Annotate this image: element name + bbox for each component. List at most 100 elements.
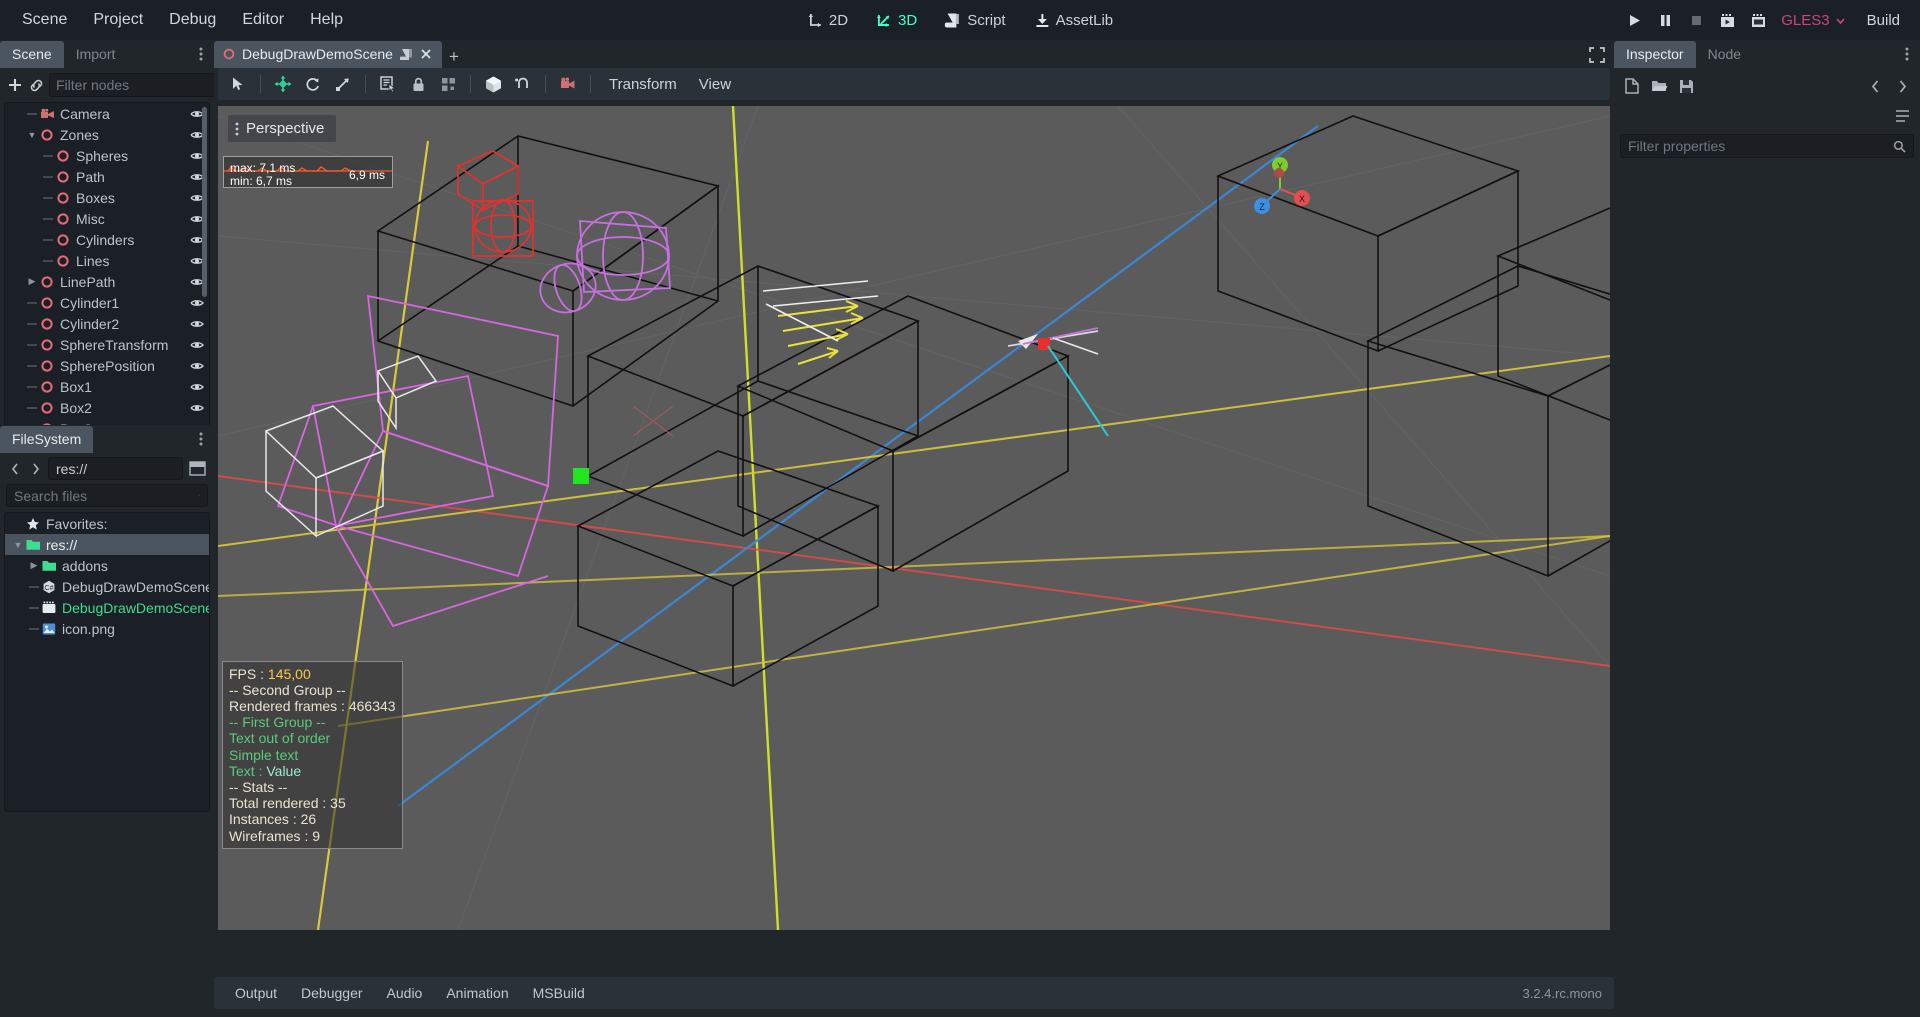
scene-tree-scrollbar[interactable] xyxy=(202,107,207,297)
object-menu-button[interactable] xyxy=(1890,104,1914,128)
scene-dock-menu-button[interactable] xyxy=(192,44,210,64)
scene-tree-node-zones[interactable]: ▼ Zones xyxy=(5,124,209,145)
instance-scene-button[interactable] xyxy=(28,73,45,97)
scene-tree-node-spheres[interactable]: Spheres xyxy=(5,145,209,166)
expander-closed-icon[interactable]: ▶ xyxy=(27,559,41,573)
bottom-tab-animation[interactable]: Animation xyxy=(437,980,517,1006)
scene-tree-node-misc[interactable]: Misc xyxy=(5,208,209,229)
visibility-toggle-icon[interactable] xyxy=(189,358,205,374)
scene-tree-node-boxes[interactable]: Boxes xyxy=(5,187,209,208)
camera-preview-button[interactable] xyxy=(554,71,582,97)
tab-import[interactable]: Import xyxy=(64,41,128,68)
camera-icon xyxy=(39,106,55,122)
scene-tree-node-camera[interactable]: Camera xyxy=(5,103,209,124)
visibility-toggle-icon[interactable] xyxy=(189,337,205,353)
fs-forward-button[interactable] xyxy=(27,458,45,480)
filesystem-item[interactable]: ▼ res:// xyxy=(5,534,209,555)
menu-help[interactable]: Help xyxy=(298,6,355,34)
snap-button[interactable] xyxy=(509,71,537,97)
filesystem-search-box[interactable] xyxy=(6,484,208,507)
filesystem-item[interactable]: DebugDrawDemoScene.tsc xyxy=(5,597,209,618)
group-button[interactable] xyxy=(434,71,462,97)
fs-back-button[interactable] xyxy=(6,458,24,480)
tab-scene[interactable]: Scene xyxy=(0,41,64,68)
save-resource-button[interactable] xyxy=(1674,74,1698,98)
bottom-tab-msbuild[interactable]: MSBuild xyxy=(524,980,594,1006)
build-button[interactable]: Build xyxy=(1855,7,1912,34)
transform-menu-button[interactable]: Transform xyxy=(599,72,687,97)
menu-debug[interactable]: Debug xyxy=(157,6,228,34)
history-prev-button[interactable] xyxy=(1863,74,1887,98)
history-next-button[interactable] xyxy=(1890,74,1914,98)
visibility-toggle-icon[interactable] xyxy=(189,295,205,311)
tab-filesystem[interactable]: FileSystem xyxy=(0,426,94,453)
list-select-button[interactable] xyxy=(374,71,402,97)
add-node-button[interactable] xyxy=(6,73,24,97)
scene-tree-node-sphereposition[interactable]: SpherePosition xyxy=(5,355,209,376)
filter-nodes-input[interactable] xyxy=(56,77,237,93)
bottom-tab-audio[interactable]: Audio xyxy=(378,980,432,1006)
view-menu-button[interactable]: View xyxy=(689,72,741,97)
renderer-selector[interactable]: GLES3 xyxy=(1775,8,1851,33)
scene-icon xyxy=(41,600,57,616)
filter-properties-input[interactable] xyxy=(1628,138,1889,154)
3d-viewport[interactable]: Y X Z Perspective max: 7,1 ms min: 6,7 m… xyxy=(218,106,1610,930)
scene-tree-node-lines[interactable]: Lines xyxy=(5,250,209,271)
scene-tree-node-box2[interactable]: Box2 xyxy=(5,397,209,418)
filter-properties-box[interactable] xyxy=(1620,134,1914,158)
menu-scene[interactable]: Scene xyxy=(10,6,79,34)
bottom-tab-debugger[interactable]: Debugger xyxy=(292,980,372,1006)
tab-node[interactable]: Node xyxy=(1696,41,1753,68)
visibility-toggle-icon[interactable] xyxy=(189,379,205,395)
play-custom-scene-button[interactable] xyxy=(1744,6,1772,34)
pause-button[interactable] xyxy=(1651,6,1679,34)
scene-tree-node-cylinders[interactable]: Cylinders xyxy=(5,229,209,250)
distraction-free-button[interactable] xyxy=(1586,44,1608,66)
add-scene-tab-button[interactable]: + xyxy=(442,46,466,68)
scale-mode-button[interactable] xyxy=(329,71,357,97)
tab-inspector[interactable]: Inspector xyxy=(1614,41,1696,68)
scene-tab-close-button[interactable] xyxy=(420,48,433,61)
play-button[interactable] xyxy=(1620,6,1648,34)
rotate-mode-button[interactable] xyxy=(299,71,327,97)
scene-tab-debugdrawdemoscene[interactable]: DebugDrawDemoScene xyxy=(214,41,442,68)
filesystem-item[interactable]: ▶ addons xyxy=(5,555,209,576)
expander-open-icon[interactable]: ▼ xyxy=(25,128,39,142)
inspector-dock-menu-button[interactable] xyxy=(1898,44,1916,64)
scene-tree[interactable]: Camera ▼ Zones Spheres Path Boxes Misc Cylinder… xyxy=(4,102,210,444)
scene-tree-node-spheretransform[interactable]: SphereTransform xyxy=(5,334,209,355)
visibility-toggle-icon[interactable] xyxy=(189,316,205,332)
filesystem-item[interactable]: Favorites: xyxy=(5,513,209,534)
filesystem-dock-menu-button[interactable] xyxy=(192,429,210,449)
filesystem-path[interactable]: res:// xyxy=(48,457,183,480)
stop-button[interactable] xyxy=(1682,6,1710,34)
lock-button[interactable] xyxy=(404,71,432,97)
menu-editor[interactable]: Editor xyxy=(230,6,296,34)
scene-tree-node-box1[interactable]: Box1 xyxy=(5,376,209,397)
select-mode-button[interactable] xyxy=(224,71,252,97)
filesystem-search-input[interactable] xyxy=(14,487,195,504)
play-scene-button[interactable] xyxy=(1713,6,1741,34)
filesystem-tree[interactable]: Favorites: ▼ res:// ▶ addons C# DebugDrawDemoS… xyxy=(4,512,210,812)
scene-tree-node-cylinder1[interactable]: Cylinder1 xyxy=(5,292,209,313)
mode-2d-button[interactable]: 2D xyxy=(797,8,858,33)
move-mode-button[interactable] xyxy=(269,71,297,97)
expander-closed-icon[interactable]: ▶ xyxy=(25,275,39,289)
expander-open-icon[interactable]: ▼ xyxy=(11,538,25,552)
perspective-menu-button[interactable]: Perspective xyxy=(228,115,337,142)
bottom-tab-output[interactable]: Output xyxy=(226,980,286,1006)
visibility-toggle-icon[interactable] xyxy=(189,400,205,416)
filesystem-item[interactable]: C# DebugDrawDemoScene.cs xyxy=(5,576,209,597)
scene-tree-node-path[interactable]: Path xyxy=(5,166,209,187)
new-resource-button[interactable] xyxy=(1620,74,1644,98)
scene-tree-node-cylinder2[interactable]: Cylinder2 xyxy=(5,313,209,334)
scene-tree-node-linepath[interactable]: ▶ LinePath xyxy=(5,271,209,292)
menu-project[interactable]: Project xyxy=(81,6,155,34)
mode-3d-button[interactable]: 3D xyxy=(866,8,927,33)
mode-script-button[interactable]: Script xyxy=(935,8,1015,33)
view-mode-button[interactable] xyxy=(479,71,507,97)
filesystem-item[interactable]: icon.png xyxy=(5,618,209,639)
fs-split-toggle-button[interactable] xyxy=(186,458,208,480)
mode-assetlib-button[interactable]: AssetLib xyxy=(1024,8,1124,33)
load-resource-button[interactable] xyxy=(1647,74,1671,98)
